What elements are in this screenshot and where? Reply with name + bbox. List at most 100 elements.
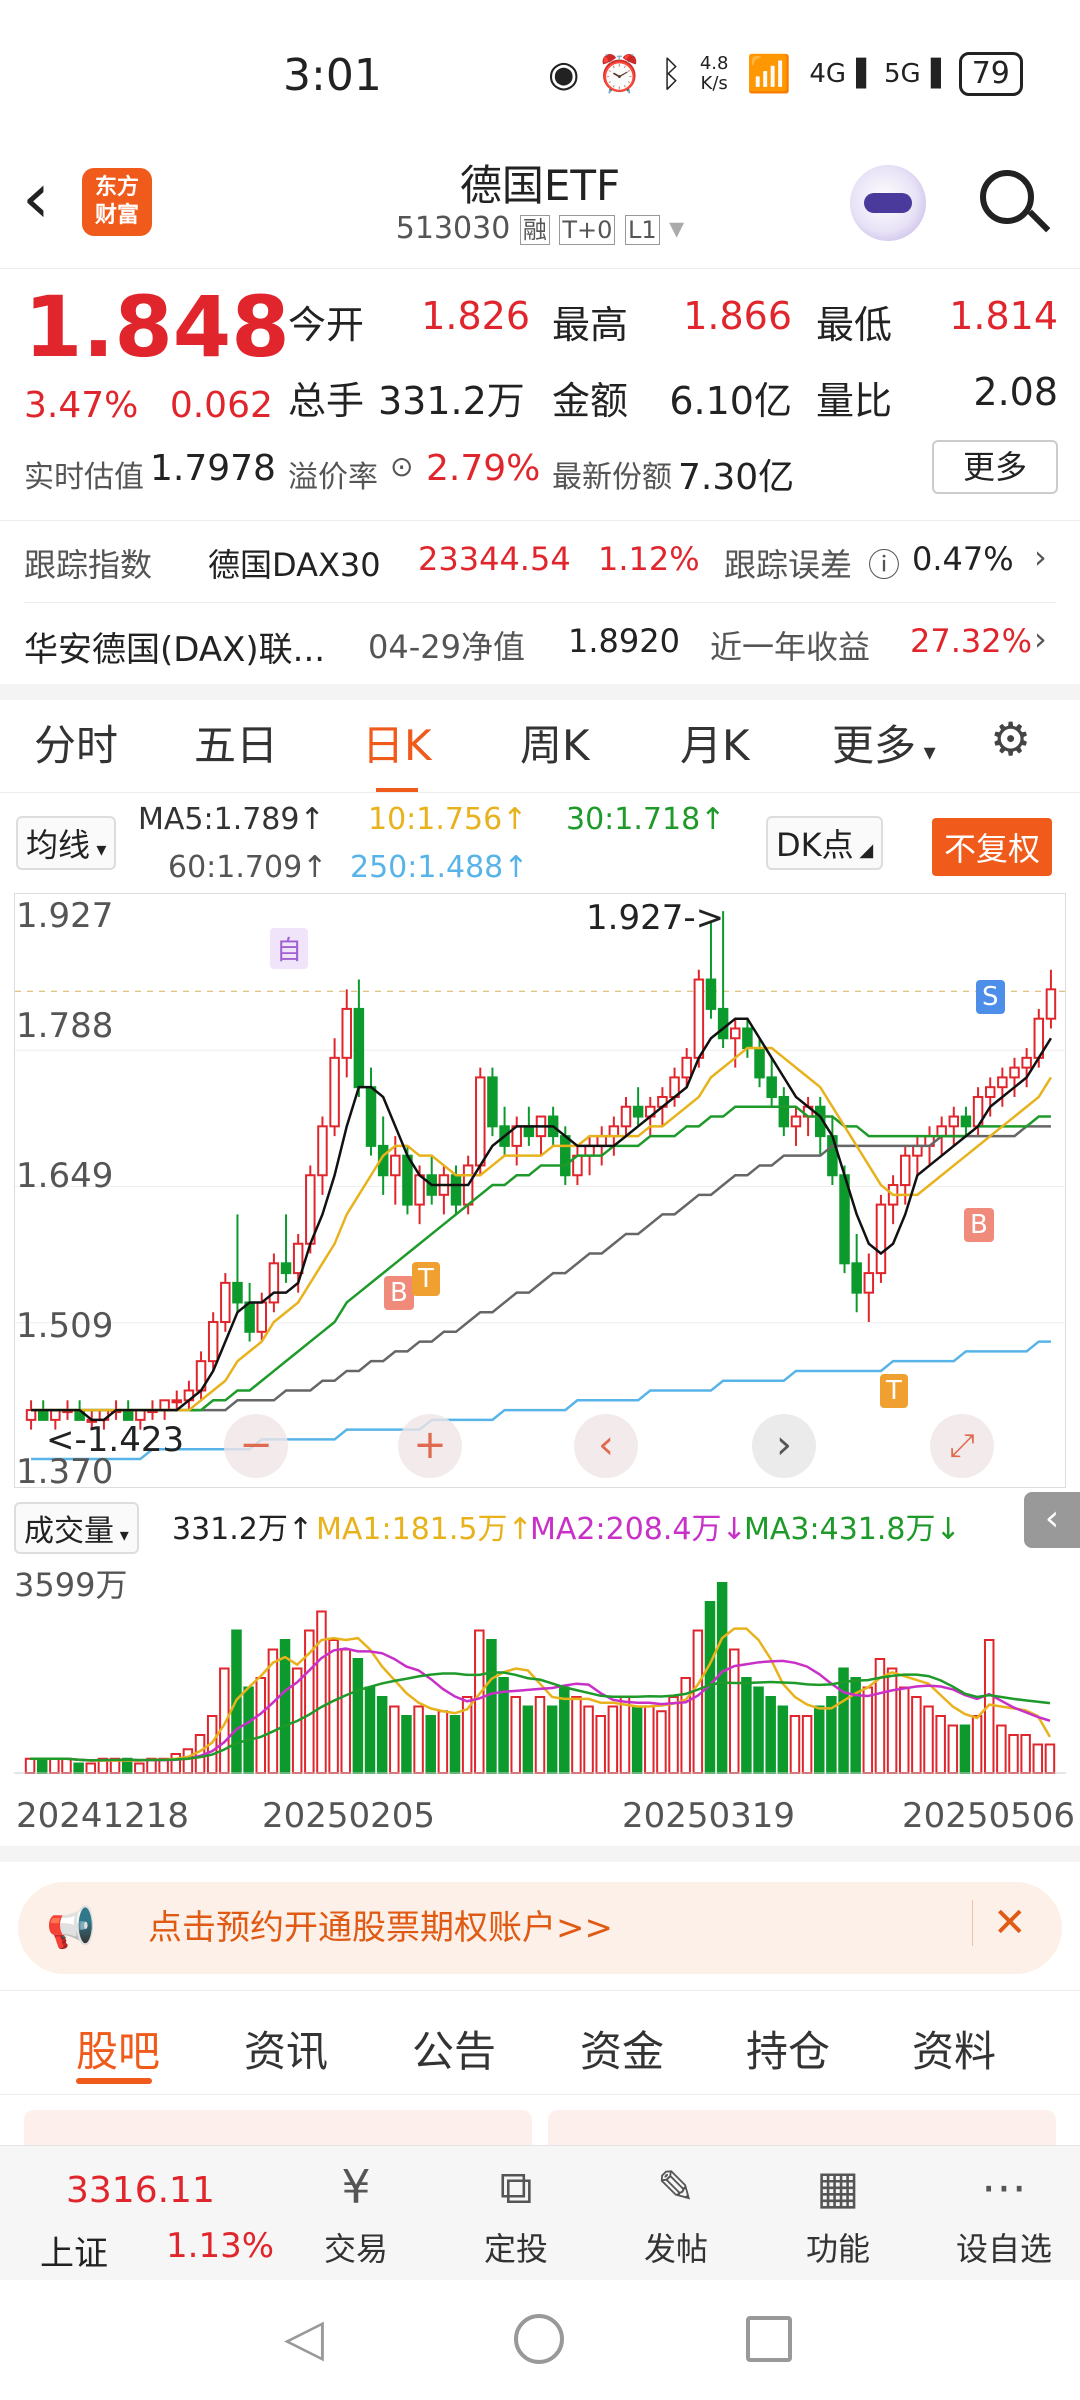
scroll-left-button[interactable]: ‹ <box>574 1414 638 1478</box>
tab-monthly-k[interactable]: 月K <box>680 712 750 773</box>
volume-max-label: 3599万 <box>14 1566 128 1604</box>
high-value: 1.866 <box>683 294 792 338</box>
settings-gear-icon[interactable]: ⚙ <box>990 712 1031 766</box>
volume-bar <box>1020 1734 1031 1774</box>
tracking-row[interactable]: 跟踪指数 德国DAX30 23344.54 1.12% 跟踪误差 ⓘ 0.47%… <box>0 530 1080 590</box>
candle-body <box>681 1056 692 1079</box>
volume-selector[interactable]: 成交量 ▾ <box>14 1502 139 1554</box>
collapse-panel-button[interactable]: ‹ <box>1024 1492 1080 1548</box>
iopv-label: 实时估值 <box>24 460 144 495</box>
candle-body <box>1045 988 1057 1020</box>
zoom-in-button[interactable]: + <box>398 1414 462 1478</box>
iopv-value: 1.7978 <box>150 448 276 489</box>
ma30-legend: 30:1.718↑ <box>566 802 726 837</box>
system-back-icon[interactable]: ◁ <box>284 2308 324 2368</box>
more-button[interactable]: 更多 <box>932 440 1058 494</box>
volume-bar <box>607 1705 619 1774</box>
buy-marker-1: B <box>384 1276 414 1310</box>
ma-selector[interactable]: 均线 ▾ <box>16 816 117 870</box>
volume-bar <box>413 1705 424 1774</box>
volume-bar <box>656 1710 667 1774</box>
volume-bar <box>619 1696 631 1774</box>
nav-functions[interactable]: ▦ 功能 <box>788 2160 888 2270</box>
nav-post[interactable]: ✎ 发帖 <box>626 2160 726 2270</box>
tab-indicator <box>76 2078 152 2084</box>
candle-body <box>790 1115 802 1128</box>
edit-icon: ✎ <box>656 2160 696 2214</box>
tab-five-day[interactable]: 五日 <box>194 712 278 773</box>
premium-label: 溢价率 <box>288 460 378 495</box>
candle-body <box>523 1125 535 1138</box>
nav-trade[interactable]: ¥ 交易 <box>306 2160 406 2270</box>
candle-body <box>632 1105 644 1118</box>
fund-row[interactable]: 华安德国(DAX)联... 04-29净值 1.8920 近一年收益 27.32… <box>0 612 1080 672</box>
volume-bar <box>571 1696 582 1774</box>
volume-bar <box>449 1715 461 1774</box>
volume-bar <box>692 1629 704 1774</box>
tab-forum[interactable]: 股吧 <box>76 2018 160 2079</box>
ratio-value: 2.08 <box>973 370 1058 414</box>
tab-daily-k[interactable]: 日K <box>362 712 432 793</box>
fund-name: 华安德国(DAX)联... <box>24 630 326 670</box>
tab-profile[interactable]: 资料 <box>912 2018 996 2079</box>
candle-body <box>730 1027 741 1040</box>
volume-value: 331.2万 <box>378 379 525 423</box>
assistant-robot-icon[interactable] <box>850 165 926 241</box>
eye-icon: ◉ <box>548 53 580 95</box>
volume-bar <box>474 1629 485 1774</box>
adjust-button[interactable]: 不复权 <box>932 818 1053 876</box>
x-tick-4: 20250506 <box>902 1796 1076 1836</box>
volume-bar <box>911 1696 922 1774</box>
candle-body <box>220 1281 231 1324</box>
scroll-right-button[interactable]: › <box>752 1414 816 1478</box>
tab-news[interactable]: 资讯 <box>244 2018 328 2079</box>
tab-announcements[interactable]: 公告 <box>412 2018 496 2079</box>
signal-4g-icon: 4G▐ <box>809 59 867 89</box>
volume-bar <box>546 1705 558 1774</box>
ma10-legend: 10:1.756↑ <box>368 802 528 837</box>
tab-weekly-k[interactable]: 周K <box>520 712 590 773</box>
volume-bar <box>935 1715 946 1774</box>
dk-point-label: DK点 <box>776 826 854 864</box>
search-icon[interactable] <box>980 170 1034 224</box>
nav-add-watchlist[interactable]: ⋯ 设自选 <box>948 2160 1060 2270</box>
tab-intraday[interactable]: 分时 <box>34 712 118 773</box>
fullscreen-icon[interactable]: ⤢ <box>930 1414 994 1478</box>
volume-bar <box>36 1757 48 1774</box>
candle-body <box>948 1115 960 1128</box>
volume-bar <box>801 1715 813 1774</box>
system-recents-icon[interactable] <box>746 2316 792 2362</box>
nav-invest-plan[interactable]: ⧉ 定投 <box>466 2160 566 2270</box>
tab-holdings[interactable]: 持仓 <box>746 2018 830 2079</box>
kline-chart[interactable] <box>14 893 1067 1488</box>
candle-body <box>851 1262 862 1294</box>
tab-more[interactable]: 更多 ▾ <box>832 712 936 773</box>
info-icon[interactable]: ⊙ <box>390 450 413 483</box>
zoom-out-button[interactable]: − <box>224 1414 288 1478</box>
nav-functions-label: 功能 <box>805 2230 870 2268</box>
signal-5g-icon: 5G▐ <box>884 59 941 89</box>
volume-bar <box>134 1762 145 1774</box>
volume-bar <box>376 1696 388 1774</box>
market-index-value: 3316.11 <box>66 2170 215 2211</box>
volume-selector-label: 成交量 <box>24 1514 114 1549</box>
candle-body <box>1021 1056 1032 1069</box>
ratio-label: 量比 <box>816 379 893 423</box>
caret-down-icon: ▾ <box>916 738 936 766</box>
self-marker: 自 <box>270 928 309 969</box>
help-icon[interactable]: ⓘ <box>868 540 900 586</box>
high-label: 最高 <box>552 303 629 347</box>
tracking-label: 跟踪指数 <box>24 546 153 584</box>
tab-funds[interactable]: 资金 <box>580 2018 664 2079</box>
candle-body <box>402 1154 413 1206</box>
close-icon[interactable]: ✕ <box>972 1900 1027 1946</box>
forum-card[interactable] <box>24 2110 532 2150</box>
vol-ma1: MA1:181.5万↑ <box>316 1512 533 1547</box>
min-marker: <-1.423 <box>46 1420 185 1460</box>
candle-body <box>766 1076 777 1098</box>
volume-chart[interactable] <box>14 1555 1066 1785</box>
system-home-icon[interactable] <box>514 2314 564 2364</box>
forum-card[interactable] <box>548 2110 1056 2150</box>
dk-point-button[interactable]: DK点 ◢ <box>766 816 884 870</box>
volume-bar <box>182 1748 194 1774</box>
